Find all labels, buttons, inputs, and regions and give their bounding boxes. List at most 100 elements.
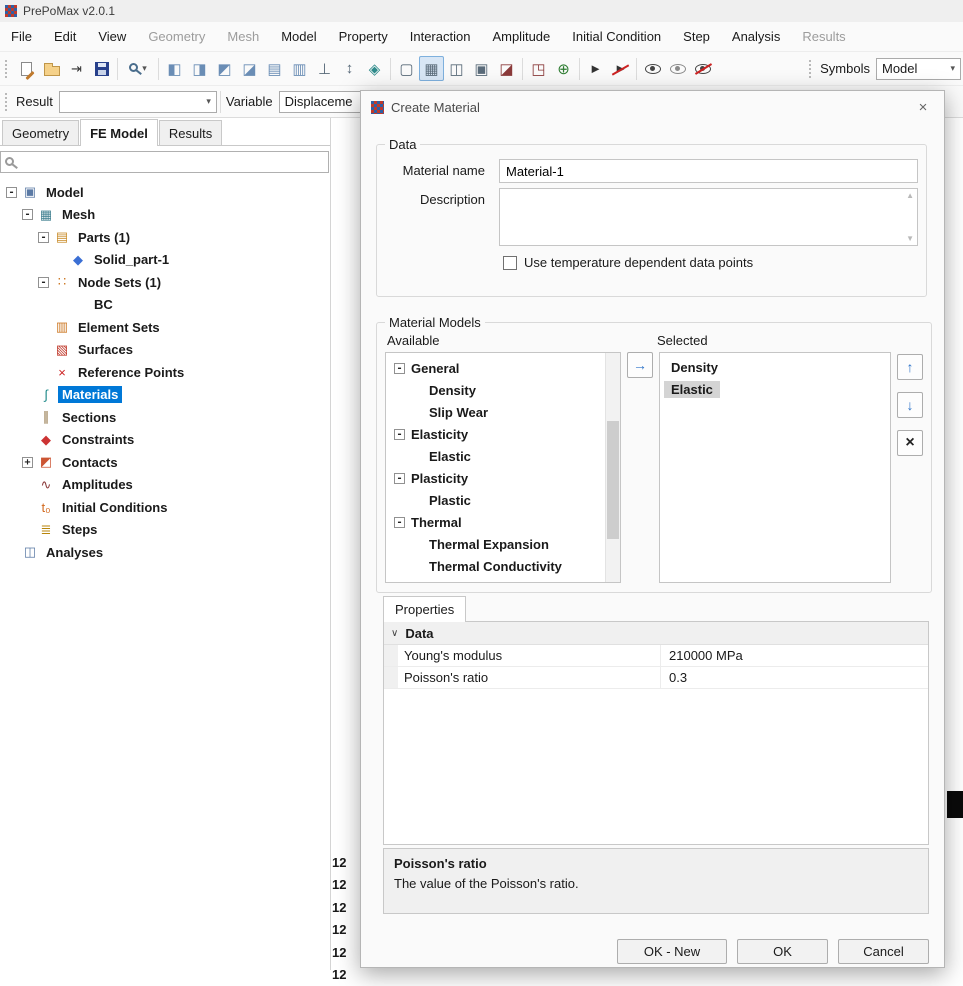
- add-model-button[interactable]: →: [627, 352, 653, 378]
- scrollbar-thumb[interactable]: [607, 421, 619, 539]
- save-button[interactable]: [89, 56, 114, 81]
- tree-item[interactable]: + ◩ Contacts: [0, 451, 330, 474]
- property-value[interactable]: 0.3: [661, 667, 928, 688]
- tree-expander[interactable]: [38, 367, 49, 378]
- tree-expander[interactable]: -: [394, 472, 405, 484]
- material-name-input[interactable]: [499, 159, 918, 183]
- tree-item[interactable]: ∥ Sections: [0, 406, 330, 429]
- tree-expander[interactable]: -: [38, 231, 49, 243]
- toolbar-grip[interactable]: [5, 92, 9, 111]
- available-model-item[interactable]: Density: [388, 379, 618, 401]
- menu-item[interactable]: Step: [672, 22, 721, 52]
- menu-item[interactable]: Initial Condition: [561, 22, 672, 52]
- menu-item[interactable]: Model: [270, 22, 327, 52]
- dialog-titlebar[interactable]: Create Material ×: [361, 91, 944, 124]
- tree-expander[interactable]: [22, 389, 33, 400]
- tree-expander[interactable]: [22, 479, 33, 490]
- normal-to-surface-view-button[interactable]: ⊥: [312, 56, 337, 81]
- tree-expander[interactable]: [54, 299, 65, 310]
- chevron-down-icon[interactable]: ▾: [950, 63, 955, 74]
- menu-item[interactable]: File: [0, 22, 43, 52]
- menu-item[interactable]: Mesh: [216, 22, 270, 52]
- menu-item[interactable]: Amplitude: [481, 22, 561, 52]
- tree-item[interactable]: t₀ Initial Conditions: [0, 496, 330, 519]
- left-view-button[interactable]: ◩: [212, 56, 237, 81]
- tree-expander[interactable]: [412, 561, 423, 572]
- tree-expander[interactable]: -: [38, 276, 49, 288]
- tree-item[interactable]: ◆ Constraints: [0, 429, 330, 452]
- sidebar-tab[interactable]: FE Model: [80, 119, 158, 146]
- property-category-row[interactable]: ∨ Data: [384, 622, 928, 645]
- transparency-button[interactable]: [665, 56, 690, 81]
- model-edges-button[interactable]: ◫: [444, 56, 469, 81]
- selected-model-item[interactable]: Elastic: [660, 378, 890, 400]
- tree-expander[interactable]: [22, 434, 33, 445]
- front-view-button[interactable]: ◧: [162, 56, 187, 81]
- tree-item[interactable]: ∫ Materials: [0, 384, 330, 407]
- scroll-up-icon[interactable]: ▲: [906, 191, 914, 200]
- annotate-button[interactable]: ►: [583, 56, 608, 81]
- tree-item[interactable]: - ▤ Parts (1): [0, 226, 330, 249]
- tree-item[interactable]: × Reference Points: [0, 361, 330, 384]
- open-file-button[interactable]: [39, 56, 64, 81]
- dialog-close-button[interactable]: ×: [906, 93, 940, 122]
- new-file-button[interactable]: [14, 56, 39, 81]
- available-model-item[interactable]: Elastic: [388, 445, 618, 467]
- available-model-item[interactable]: - General: [388, 357, 618, 379]
- tree-expander[interactable]: [38, 322, 49, 333]
- category-collapse-icon[interactable]: ∨: [391, 628, 398, 639]
- tree-item[interactable]: ◆ Solid_part-1: [0, 249, 330, 272]
- menu-item[interactable]: View: [87, 22, 137, 52]
- temperature-dependent-checkbox[interactable]: [503, 255, 517, 270]
- properties-tab[interactable]: Properties: [383, 596, 467, 622]
- tree-expander[interactable]: [6, 547, 17, 558]
- fit-view-button[interactable]: ↕: [337, 56, 362, 81]
- zoom-dropdown-caret[interactable]: ▾: [142, 63, 147, 74]
- ok-button[interactable]: OK: [737, 939, 828, 964]
- available-model-item[interactable]: - Thermal: [388, 511, 618, 533]
- remove-annotations-button[interactable]: ►: [608, 56, 633, 81]
- tree-expander[interactable]: [412, 451, 423, 462]
- tree-expander[interactable]: +: [22, 456, 33, 468]
- delete-model-button[interactable]: ×: [897, 430, 923, 456]
- selected-model-item[interactable]: Density: [660, 356, 890, 378]
- wireframe-edges-button[interactable]: ▢: [394, 56, 419, 81]
- tree-expander[interactable]: [412, 385, 423, 396]
- available-model-item[interactable]: Thermal Expansion: [388, 533, 618, 555]
- tree-expander[interactable]: [412, 407, 423, 418]
- section-view-button[interactable]: ◪: [494, 56, 519, 81]
- property-row[interactable]: Poisson's ratio 0.3: [384, 667, 928, 689]
- tree-expander[interactable]: [54, 254, 65, 265]
- explode-parts-button[interactable]: ◳: [526, 56, 551, 81]
- available-model-item[interactable]: Thermal Conductivity: [388, 555, 618, 577]
- ok-new-button[interactable]: OK - New: [617, 939, 727, 964]
- hide-button[interactable]: [690, 56, 715, 81]
- tree-expander[interactable]: [22, 412, 33, 423]
- tree-expander[interactable]: -: [394, 428, 405, 440]
- tree-item[interactable]: ◫ Analyses: [0, 541, 330, 564]
- tree-item[interactable]: - ▣ Model: [0, 181, 330, 204]
- zoom-button[interactable]: ▾: [121, 56, 155, 81]
- toolbar-grip[interactable]: [809, 59, 813, 78]
- tree-expander[interactable]: -: [394, 516, 405, 528]
- tree-item[interactable]: ▧ Surfaces: [0, 339, 330, 362]
- menu-item[interactable]: Property: [328, 22, 399, 52]
- tree-expander[interactable]: [22, 524, 33, 535]
- tree-item[interactable]: ▥ Element Sets: [0, 316, 330, 339]
- feature-edges-button[interactable]: ▣: [469, 56, 494, 81]
- tree-expander[interactable]: [22, 502, 33, 513]
- menu-item[interactable]: Interaction: [399, 22, 482, 52]
- symbols-combo[interactable]: Model ▾: [876, 57, 961, 80]
- tree-item[interactable]: ≣ Steps: [0, 519, 330, 542]
- sidebar-tab[interactable]: Results: [158, 120, 223, 145]
- tree-expander[interactable]: [412, 495, 423, 506]
- menu-item[interactable]: Edit: [43, 22, 87, 52]
- menu-item[interactable]: Analysis: [721, 22, 791, 52]
- scroll-down-icon[interactable]: ▼: [906, 234, 914, 243]
- tree-expander[interactable]: -: [6, 186, 17, 198]
- available-model-item[interactable]: Plastic: [388, 489, 618, 511]
- tree-item[interactable]: ∿ Amplitudes: [0, 474, 330, 497]
- tree-expander[interactable]: -: [394, 362, 405, 374]
- move-up-button[interactable]: ↑: [897, 354, 923, 380]
- menu-item[interactable]: Results: [791, 22, 856, 52]
